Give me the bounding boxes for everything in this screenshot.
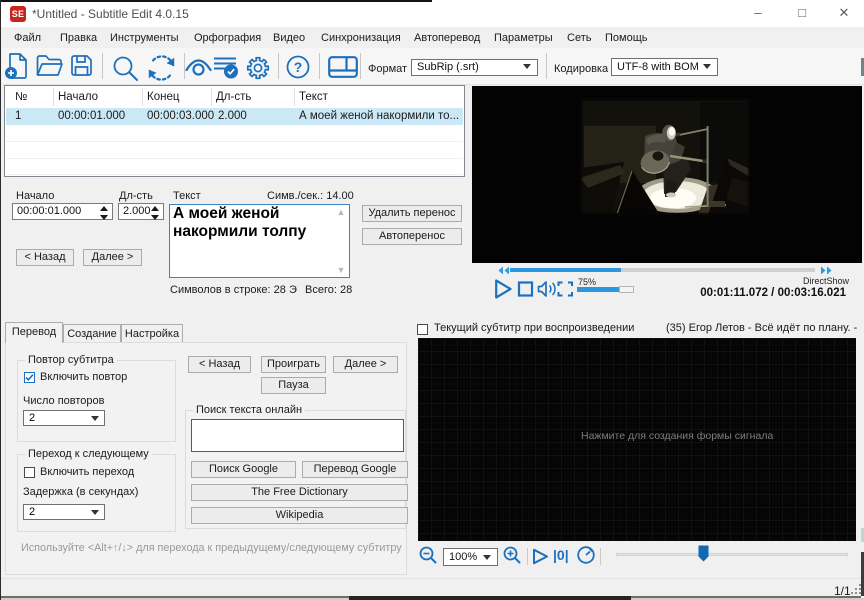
svg-text:?: ? xyxy=(294,59,303,75)
